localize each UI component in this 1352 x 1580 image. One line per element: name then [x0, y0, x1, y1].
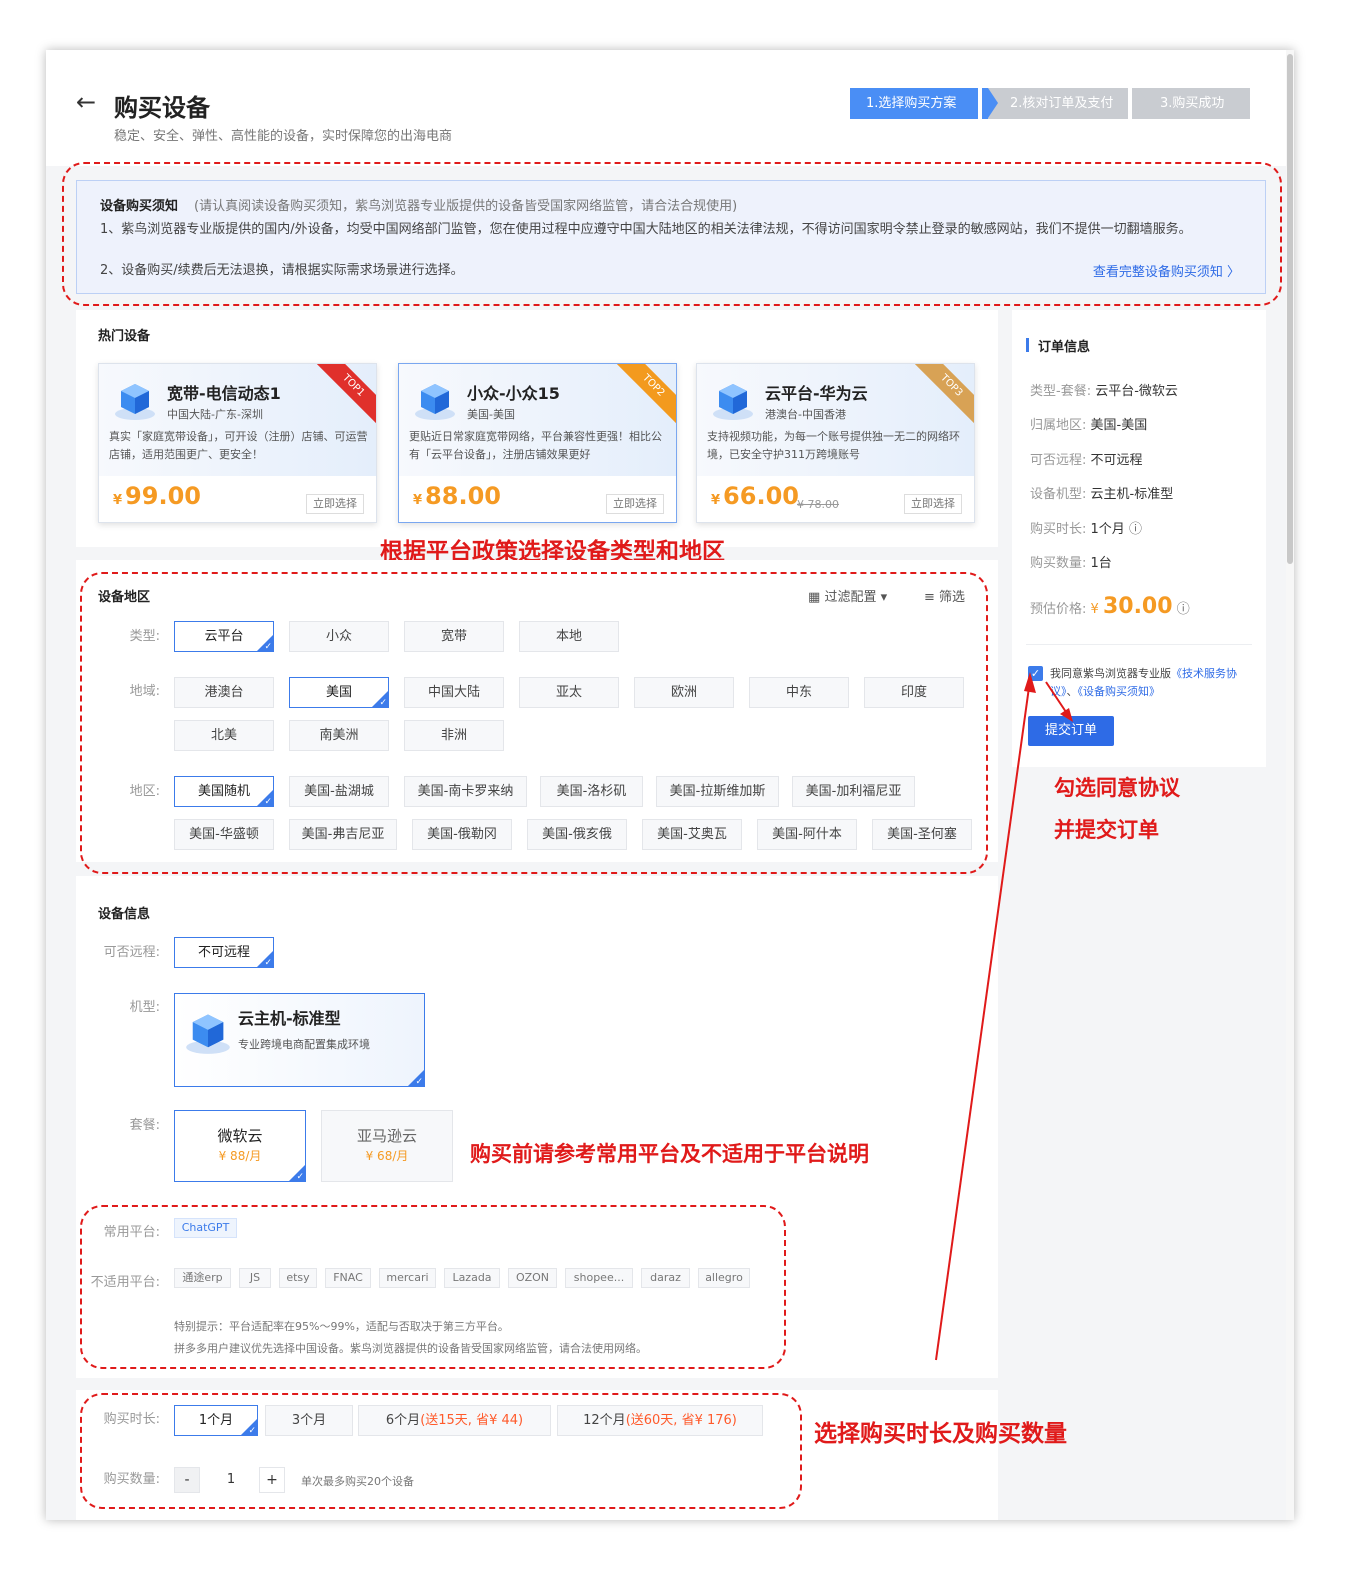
- select-now-button[interactable]: 立即选择: [306, 494, 364, 514]
- card-price: ¥99.00: [113, 482, 201, 510]
- card-name: 宽带-电信动态1: [167, 384, 281, 403]
- package-label: 套餐:: [129, 1118, 160, 1133]
- model-option[interactable]: 云主机-标准型 专业跨境电商配置集成环境: [174, 993, 425, 1087]
- page-title: 购买设备: [114, 94, 210, 122]
- title-bar: [1026, 338, 1029, 352]
- purchase-notice-link[interactable]: 《设备购买须知》: [1078, 685, 1161, 698]
- annotation-platform: 购买前请参考常用平台及不适用于平台说明: [470, 1142, 869, 1166]
- model-desc: 专业跨境电商配置集成环境: [238, 1038, 370, 1051]
- annotation-box-purchase: [80, 1393, 802, 1509]
- card-location: 美国-美国: [467, 408, 515, 421]
- hot-card-1[interactable]: 宽带-电信动态1 中国大陆-广东-深圳 真实「家庭宽带设备」，可开设（注册）店铺…: [98, 363, 377, 523]
- page-header: ← 购买设备 稳定、安全、弹性、高性能的设备，实时保障您的出海电商 1.选择购买…: [46, 50, 1286, 166]
- annotation-box-region: [80, 572, 988, 874]
- annotation-agree-2: 并提交订单: [1054, 818, 1159, 842]
- card-price: ¥88.00: [413, 482, 501, 510]
- scrollbar-thumb[interactable]: [1287, 54, 1293, 564]
- cube-icon: [713, 384, 753, 420]
- model-name: 云主机-标准型: [238, 1009, 341, 1028]
- step-arrow-icon: [988, 88, 998, 118]
- card-location: 港澳台-中国香港: [765, 408, 846, 421]
- step-arrow-icon: [1138, 88, 1148, 118]
- order-info-panel: 订单信息 类型-套餐: 云平台-微软云 归属地区: 美国-美国 可否远程: 不可…: [1012, 310, 1266, 767]
- submit-order-button[interactable]: 提交订单: [1028, 716, 1114, 746]
- package-option[interactable]: 微软云 ¥ 88/月: [174, 1110, 306, 1182]
- cube-icon: [415, 384, 455, 420]
- order-row: 可否远程: 不可远程: [1030, 453, 1143, 468]
- order-row: 归属地区: 美国-美国: [1030, 418, 1148, 433]
- device-info-title: 设备信息: [98, 907, 151, 922]
- order-row: 购买数量: 1台: [1030, 556, 1112, 571]
- page: ← 购买设备 稳定、安全、弹性、高性能的设备，实时保障您的出海电商 1.选择购买…: [0, 0, 1352, 1580]
- step-3: 3.购买成功: [1138, 88, 1250, 119]
- cube-icon: [115, 384, 155, 420]
- card-name: 小众-小众15: [467, 384, 560, 403]
- card-price: ¥66.00: [711, 482, 799, 510]
- agree-text: 我同意紫鸟浏览器专业版《技术服务协议》、《设备购买须知》: [1050, 667, 1237, 698]
- step-2: 2.核对订单及支付: [988, 88, 1138, 119]
- help-circle-icon[interactable]: ⓘ: [1177, 602, 1190, 617]
- hot-card-2[interactable]: 小众-小众15 美国-美国 更贴近日常家庭宽带网络，平台兼容性更强！相比公有「云…: [398, 363, 677, 523]
- annotation-duration: 选择购买时长及购买数量: [814, 1421, 1067, 1447]
- annotation-box-platform: [80, 1205, 786, 1369]
- window: ← 购买设备 稳定、安全、弹性、高性能的设备，实时保障您的出海电商 1.选择购买…: [46, 50, 1294, 1520]
- annotation-agree-1: 勾选同意协议: [1054, 776, 1180, 800]
- remote-option[interactable]: 不可远程: [174, 937, 274, 968]
- step-1: 1.选择购买方案: [850, 88, 988, 119]
- help-circle-icon[interactable]: ⓘ: [1129, 522, 1142, 537]
- hot-devices-title: 热门设备: [98, 329, 151, 344]
- agree-checkbox[interactable]: ✓: [1028, 666, 1043, 681]
- card-old-price: ¥ 78.00: [797, 498, 839, 511]
- card-name: 云平台-华为云: [765, 384, 868, 403]
- page-subtitle: 稳定、安全、弹性、高性能的设备，实时保障您的出海电商: [114, 129, 453, 144]
- annotation-box-notice: [62, 162, 1282, 306]
- order-row: 设备机型: 云主机-标准型: [1030, 487, 1174, 502]
- card-location: 中国大陆-广东-深圳: [167, 408, 263, 421]
- card-desc: 真实「家庭宽带设备」，可开设（注册）店铺、可运营店铺，适用范围更广、更安全！: [109, 430, 368, 461]
- order-row: 购买时长: 1个月 ⓘ: [1030, 522, 1142, 537]
- model-label: 机型:: [129, 1000, 160, 1015]
- remote-label: 可否远程:: [103, 945, 160, 960]
- card-desc: 更贴近日常家庭宽带网络，平台兼容性更强！相比公有「云平台设备」，注册店铺效果更好: [409, 430, 662, 461]
- order-title: 订单信息: [1038, 340, 1091, 355]
- estimated-price: 预估价格: ¥ 30.00 ⓘ: [1030, 594, 1190, 619]
- select-now-button[interactable]: 立即选择: [606, 494, 664, 514]
- hot-card-3[interactable]: 云平台-华为云 港澳台-中国香港 支持视频功能，为每一个账号提供独一无二的网络环…: [696, 363, 975, 523]
- cube-icon: [186, 1014, 230, 1054]
- select-now-button[interactable]: 立即选择: [904, 494, 962, 514]
- back-arrow-icon[interactable]: ←: [76, 88, 96, 116]
- card-desc: 支持视频功能，为每一个账号提供独一无二的网络环境，已安全守护311万跨境账号: [707, 430, 960, 461]
- order-row: 类型-套餐: 云平台-微软云: [1030, 384, 1178, 399]
- package-option[interactable]: 亚马逊云 ¥ 68/月: [321, 1110, 453, 1182]
